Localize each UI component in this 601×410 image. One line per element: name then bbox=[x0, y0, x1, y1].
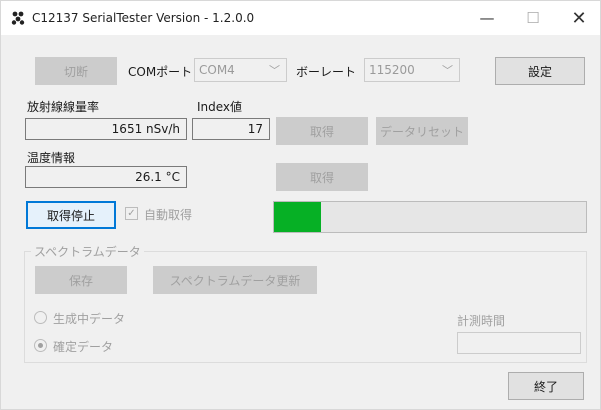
index-label: Index値 bbox=[197, 100, 243, 114]
settings-button[interactable]: 設定 bbox=[495, 57, 585, 85]
chevron-down-icon: ﹀ bbox=[442, 64, 453, 77]
dose-acquire-button[interactable]: 取得 bbox=[276, 117, 368, 145]
temperature-value: 26.1 °C bbox=[25, 166, 187, 188]
acquisition-progress-bar bbox=[273, 201, 587, 233]
progress-fill bbox=[274, 202, 321, 232]
spectrum-group-label: スペクトラムデータ bbox=[31, 243, 144, 260]
close-button[interactable]: ✕ bbox=[556, 1, 601, 35]
title-bar[interactable]: C12137 SerialTester Version - 1.2.0.0 — … bbox=[1, 1, 600, 35]
data-reset-button[interactable]: データリセット bbox=[376, 117, 468, 145]
auto-acquire-checkbox[interactable]: ✓ bbox=[125, 207, 138, 220]
radio-confirmed-data[interactable] bbox=[34, 339, 47, 352]
stop-acquire-button[interactable]: 取得停止 bbox=[26, 201, 116, 229]
temperature-acquire-button[interactable]: 取得 bbox=[276, 163, 368, 191]
baud-rate-label: ボーレート bbox=[296, 65, 357, 79]
baud-rate-select[interactable]: 115200 ﹀ bbox=[364, 58, 460, 82]
com-port-label: COMポート bbox=[128, 65, 193, 79]
radio-generating-label: 生成中データ bbox=[53, 312, 126, 326]
radio-generating-data[interactable] bbox=[34, 311, 47, 324]
app-window: C12137 SerialTester Version - 1.2.0.0 — … bbox=[0, 0, 601, 410]
com-port-value: COM4 bbox=[199, 63, 235, 77]
radio-selected-dot bbox=[38, 343, 43, 348]
exit-button[interactable]: 終了 bbox=[508, 372, 584, 400]
app-logo-icon bbox=[11, 11, 25, 25]
temperature-label: 温度情報 bbox=[27, 151, 76, 165]
maximize-button[interactable]: ☐ bbox=[510, 1, 556, 35]
chevron-down-icon: ﹀ bbox=[269, 64, 280, 77]
checkmark-icon: ✓ bbox=[127, 208, 136, 219]
dose-rate-value: 1651 nSv/h bbox=[25, 118, 187, 140]
measure-time-label: 計測時間 bbox=[457, 314, 506, 328]
measure-time-field[interactable] bbox=[457, 332, 581, 354]
dose-rate-label: 放射線線量率 bbox=[27, 100, 100, 114]
spectrum-update-button[interactable]: スペクトラムデータ更新 bbox=[153, 266, 317, 294]
auto-acquire-label: 自動取得 bbox=[144, 208, 193, 222]
window-title: C12137 SerialTester Version - 1.2.0.0 bbox=[32, 11, 255, 25]
com-port-select[interactable]: COM4 ﹀ bbox=[194, 58, 287, 82]
minimize-button[interactable]: — bbox=[464, 1, 510, 35]
save-button[interactable]: 保存 bbox=[35, 266, 127, 294]
baud-rate-value: 115200 bbox=[369, 63, 415, 77]
disconnect-button[interactable]: 切断 bbox=[35, 57, 117, 85]
radio-confirmed-label: 確定データ bbox=[53, 340, 114, 354]
index-value: 17 bbox=[192, 118, 270, 140]
